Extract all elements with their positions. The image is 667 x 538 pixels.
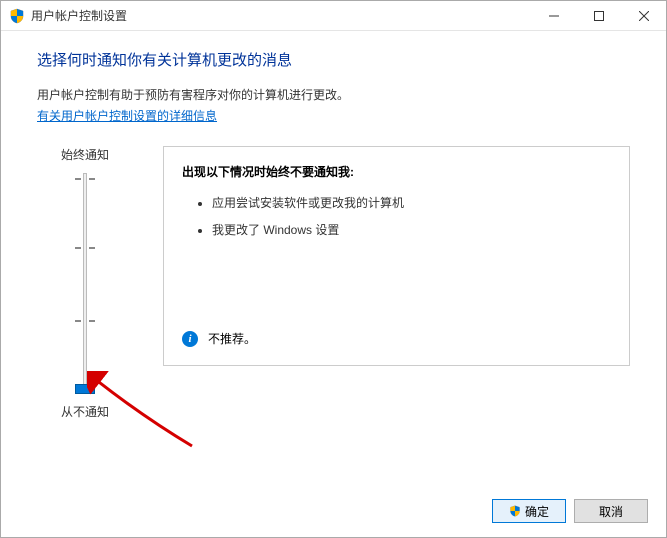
close-button[interactable] <box>621 1 666 30</box>
notification-slider[interactable] <box>83 173 87 393</box>
slider-tick <box>75 320 95 322</box>
slider-tick <box>75 247 95 249</box>
info-list-item: 应用尝试安装软件或更改我的计算机 <box>212 194 611 211</box>
uac-settings-window: 用户帐户控制设置 选择何时通知你有关计算机更改的消息 用户帐户控制有助于预防有害… <box>0 0 667 538</box>
cancel-button-label: 取消 <box>599 503 623 520</box>
info-footer: i 不推荐。 <box>182 330 611 347</box>
main-row: 始终通知 从不通知 出现以下情况时始终不要通知我: 应用尝试安装软件或更改我的计… <box>37 146 630 420</box>
info-panel: 出现以下情况时始终不要通知我: 应用尝试安装软件或更改我的计算机 我更改了 Wi… <box>163 146 630 366</box>
maximize-button[interactable] <box>576 1 621 30</box>
window-controls <box>531 1 666 30</box>
content-area: 选择何时通知你有关计算机更改的消息 用户帐户控制有助于预防有害程序对你的计算机进… <box>1 31 666 420</box>
dialog-buttons: 确定 取消 <box>492 499 648 523</box>
page-title: 选择何时通知你有关计算机更改的消息 <box>37 49 630 70</box>
learn-more-link[interactable]: 有关用户帐户控制设置的详细信息 <box>37 107 217 124</box>
info-heading: 出现以下情况时始终不要通知我: <box>182 163 611 180</box>
slider-tick <box>75 178 95 180</box>
slider-top-label: 始终通知 <box>61 146 109 163</box>
shield-icon <box>509 505 521 517</box>
shield-icon <box>9 8 25 24</box>
cancel-button[interactable]: 取消 <box>574 499 648 523</box>
info-list-item: 我更改了 Windows 设置 <box>212 221 611 238</box>
slider-track <box>83 173 87 393</box>
info-icon: i <box>182 331 198 347</box>
recommendation-text: 不推荐。 <box>208 330 256 347</box>
ok-button-label: 确定 <box>525 503 549 520</box>
slider-column: 始终通知 从不通知 <box>37 146 133 420</box>
slider-bottom-label: 从不通知 <box>61 403 109 420</box>
description-text: 用户帐户控制有助于预防有害程序对你的计算机进行更改。 <box>37 86 630 103</box>
titlebar: 用户帐户控制设置 <box>1 1 666 31</box>
info-list: 应用尝试安装软件或更改我的计算机 我更改了 Windows 设置 <box>182 194 611 248</box>
window-title: 用户帐户控制设置 <box>31 7 531 24</box>
minimize-button[interactable] <box>531 1 576 30</box>
ok-button[interactable]: 确定 <box>492 499 566 523</box>
slider-thumb[interactable] <box>75 384 95 394</box>
